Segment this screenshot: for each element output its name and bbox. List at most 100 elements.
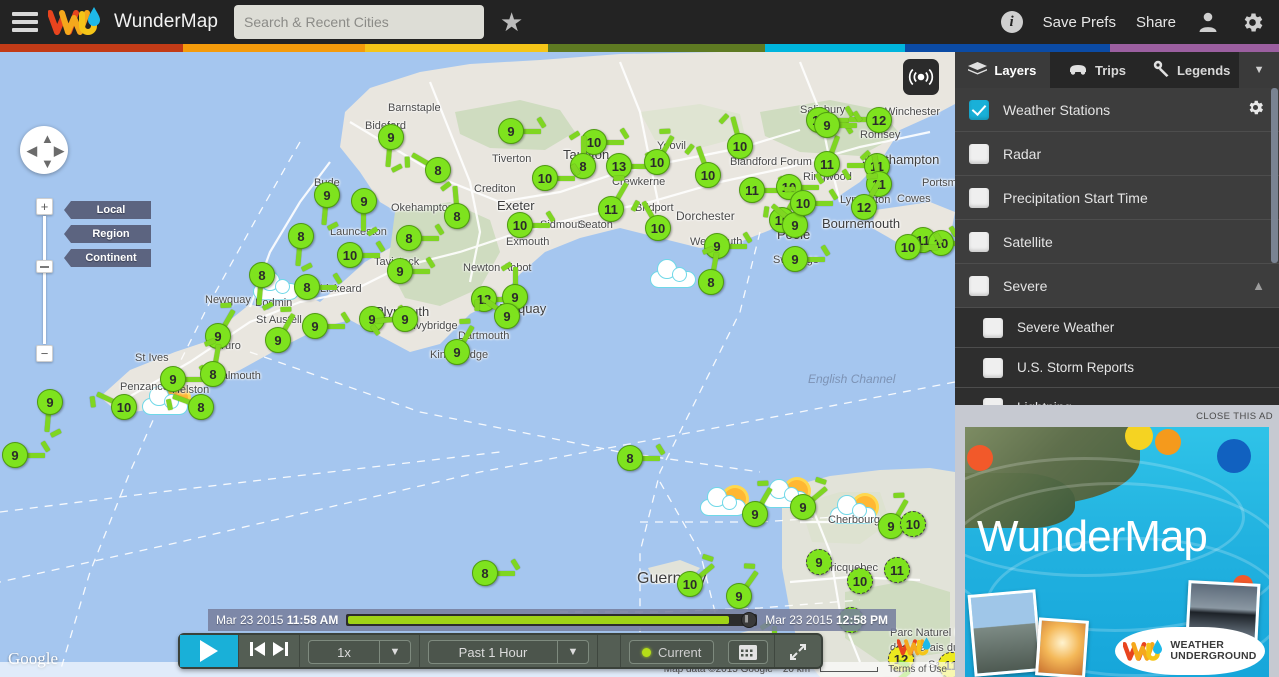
chevron-down-icon[interactable]: ▼ — [1239, 52, 1279, 88]
weather-station-marker[interactable]: 10 — [644, 149, 670, 175]
skip-forward-icon[interactable] — [271, 639, 291, 664]
layer-row[interactable]: Satellite — [955, 220, 1279, 264]
weather-station-marker[interactable]: 8 — [425, 157, 451, 183]
weather-station-marker[interactable]: 9 — [444, 339, 470, 365]
weather-station-marker[interactable]: 9 — [265, 327, 291, 353]
weather-station-marker[interactable]: 9 — [314, 182, 340, 208]
wunderground-logo[interactable] — [48, 5, 104, 39]
scale-tag-continent[interactable]: Continent — [71, 249, 151, 267]
weather-station-marker[interactable]: 10 — [111, 394, 137, 420]
weather-station-marker[interactable]: 11 — [884, 557, 910, 583]
weather-station-marker[interactable]: 9 — [494, 303, 520, 329]
timeline-ribbon[interactable]: Mar 23 2015 11:58 AM Mar 23 2015 12:58 P… — [208, 609, 896, 631]
speed-select[interactable]: 1x ▼ — [308, 640, 411, 664]
scale-tag-region[interactable]: Region — [71, 225, 151, 243]
pan-control-icon[interactable]: ▲ ▼ ◀ ▶ — [20, 126, 68, 174]
weather-station-marker[interactable]: 10 — [645, 215, 671, 241]
weather-station-marker[interactable]: 9 — [790, 494, 816, 520]
play-button[interactable] — [180, 635, 238, 667]
zoom-out-button[interactable]: − — [36, 345, 53, 362]
weather-station-marker[interactable]: 9 — [498, 118, 524, 144]
timeline-track[interactable] — [346, 614, 757, 626]
zoom-in-button[interactable]: + — [36, 198, 53, 215]
layer-row[interactable]: Severe Weather — [955, 308, 1279, 348]
weather-station-marker[interactable]: 11 — [598, 196, 624, 222]
time-range-select[interactable]: Past 1 Hour ▼ — [428, 640, 589, 664]
weather-station-marker[interactable]: 10 — [695, 162, 721, 188]
panel-scrollbar[interactable] — [1271, 88, 1278, 263]
tab-layers[interactable]: Layers — [955, 52, 1050, 88]
info-icon[interactable]: i — [1001, 11, 1023, 33]
weather-station-marker[interactable]: 10 — [507, 212, 533, 238]
zoom-slider[interactable]: + − — [36, 198, 52, 362]
tab-legends[interactable]: Legends — [1144, 52, 1239, 88]
weather-station-marker[interactable]: 9 — [160, 366, 186, 392]
weather-station-marker[interactable]: 9 — [351, 188, 377, 214]
layer-row[interactable]: Precipitation Start Time — [955, 176, 1279, 220]
close-ad-button[interactable]: CLOSE THIS AD — [1196, 411, 1273, 422]
weather-station-marker[interactable]: 9 — [387, 258, 413, 284]
weather-station-marker[interactable]: 9 — [814, 112, 840, 138]
weather-station-marker[interactable]: 12 — [851, 194, 877, 220]
weather-station-marker[interactable]: 8 — [288, 223, 314, 249]
chevron-down-icon[interactable]: ▼ — [380, 646, 410, 658]
weather-station-marker[interactable]: 8 — [188, 394, 214, 420]
weather-station-marker[interactable]: 8 — [249, 262, 275, 288]
timeline-handle[interactable] — [741, 612, 757, 628]
hamburger-icon[interactable] — [12, 12, 38, 32]
weather-station-marker[interactable]: 9 — [302, 313, 328, 339]
weather-station-marker[interactable]: 10 — [900, 511, 926, 537]
weather-station-marker[interactable]: 8 — [444, 203, 470, 229]
map-viewport[interactable]: BarnstapleBidefordTauntonYeovilTivertonC… — [0, 52, 955, 677]
layer-checkbox[interactable] — [969, 100, 989, 120]
layer-checkbox[interactable] — [969, 188, 989, 208]
person-icon[interactable] — [1196, 10, 1220, 34]
weather-station-marker[interactable]: 9 — [742, 501, 768, 527]
weather-station-marker[interactable]: 10 — [337, 242, 363, 268]
weather-station-marker[interactable]: 9 — [806, 549, 832, 575]
skip-back-icon[interactable] — [247, 639, 267, 664]
broadcast-icon[interactable] — [903, 59, 939, 95]
layer-checkbox[interactable] — [969, 232, 989, 252]
layer-row[interactable]: U.S. Storm Reports — [955, 348, 1279, 388]
layer-row[interactable]: Weather Stations — [955, 88, 1279, 132]
share-button[interactable]: Share — [1136, 14, 1176, 31]
expand-icon[interactable] — [781, 640, 815, 664]
tab-trips[interactable]: Trips — [1050, 52, 1145, 88]
weather-station-marker[interactable]: 9 — [726, 583, 752, 609]
weather-station-marker[interactable]: 10 — [790, 190, 816, 216]
terms-of-use-link[interactable]: Terms of Use — [888, 664, 947, 675]
weather-station-marker[interactable]: 9 — [392, 306, 418, 332]
advertisement-banner[interactable]: WunderMap WEATHER UNDERGROUND — [965, 427, 1269, 677]
zoom-track[interactable] — [43, 216, 46, 344]
zoom-handle[interactable] — [36, 260, 53, 273]
layer-row[interactable]: Radar — [955, 132, 1279, 176]
calendar-icon[interactable] — [728, 640, 768, 664]
favorite-star-icon[interactable]: ★ — [500, 9, 523, 35]
weather-station-marker[interactable]: 9 — [782, 246, 808, 272]
weather-station-marker[interactable]: 8 — [294, 274, 320, 300]
layer-settings-gear-icon[interactable] — [1246, 98, 1265, 122]
layer-checkbox[interactable] — [969, 144, 989, 164]
map-canvas[interactable]: BarnstapleBidefordTauntonYeovilTivertonC… — [0, 52, 955, 677]
weather-station-marker[interactable]: 8 — [617, 445, 643, 471]
scale-tag-local[interactable]: Local — [71, 201, 151, 219]
layer-checkbox[interactable] — [983, 318, 1003, 338]
search-input[interactable] — [234, 5, 484, 39]
weather-station-marker[interactable]: 10 — [895, 234, 921, 260]
weather-station-marker[interactable]: 9 — [37, 389, 63, 415]
layer-checkbox[interactable] — [983, 358, 1003, 378]
weather-station-marker[interactable]: 8 — [396, 225, 422, 251]
weather-station-marker[interactable]: 8 — [472, 560, 498, 586]
weather-station-marker[interactable]: 9 — [2, 442, 28, 468]
current-toggle[interactable]: Current — [629, 640, 714, 664]
weather-station-marker[interactable]: 12 — [866, 107, 892, 133]
layer-checkbox[interactable] — [969, 276, 989, 296]
layer-row[interactable]: Severe▲ — [955, 264, 1279, 308]
weather-station-marker[interactable]: 10 — [532, 165, 558, 191]
weather-station-marker[interactable]: 10 — [677, 571, 703, 597]
weather-station-marker[interactable]: 9 — [378, 124, 404, 150]
weather-station-marker[interactable]: 11 — [739, 177, 765, 203]
weather-station-marker[interactable]: 8 — [200, 361, 226, 387]
weather-station-marker[interactable]: 10 — [727, 133, 753, 159]
